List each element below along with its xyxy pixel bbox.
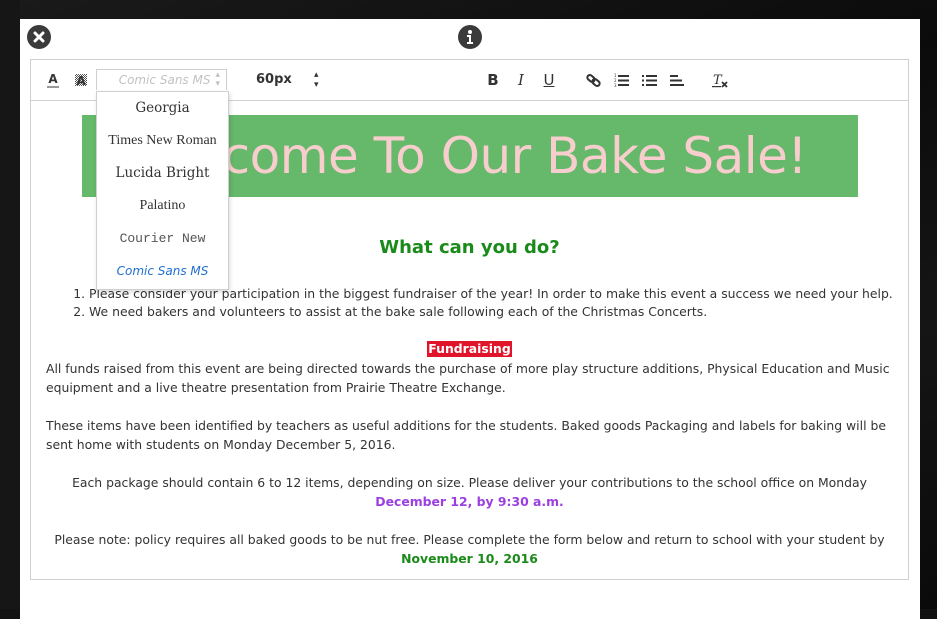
svg-text:A: A xyxy=(76,74,86,88)
font-option-georgia[interactable]: Georgia xyxy=(97,92,228,125)
info-circle-icon xyxy=(467,30,473,44)
link-icon xyxy=(585,73,601,87)
font-option-palatino[interactable]: Palatino xyxy=(97,190,228,223)
ordered-list-button[interactable]: 1 2 3 xyxy=(613,70,629,90)
rich-text-editor: A A Comic Sans MS ▴ ▾ 60px ▴ ▾ B I U 1 2… xyxy=(30,59,909,580)
svg-text:T: T xyxy=(713,73,723,88)
close-button[interactable] xyxy=(27,25,51,49)
unordered-list-icon xyxy=(641,75,657,86)
info-button[interactable] xyxy=(458,25,482,49)
svg-text:3: 3 xyxy=(614,83,617,87)
fundraising-heading: Fundraising xyxy=(31,341,908,357)
font-option-lucida-bright[interactable]: Lucida Bright xyxy=(97,157,228,190)
banner-text: Welcome To Our Bake Sale! xyxy=(133,127,807,185)
bold-label: B xyxy=(487,71,499,89)
font-family-dropdown: Georgia Times New Roman Lucida Bright Pa… xyxy=(96,91,229,290)
highlight-color-button[interactable]: A xyxy=(73,70,89,90)
delivery-paragraph: Each package should contain 6 to 12 item… xyxy=(31,473,908,511)
align-left-icon xyxy=(669,75,684,86)
note-date: November 10, 2016 xyxy=(401,551,538,566)
select-arrows-icon: ▴ ▾ xyxy=(314,69,319,90)
clear-format-button[interactable]: T xyxy=(711,70,729,90)
note-paragraph: Please note: policy requires all baked g… xyxy=(31,530,908,568)
ordered-list-icon: 1 2 3 xyxy=(614,73,629,87)
unordered-list-button[interactable] xyxy=(641,70,657,90)
font-option-comic-sans-ms[interactable]: Comic Sans MS xyxy=(97,255,228,288)
close-circle-icon xyxy=(33,31,45,43)
action-list: Please consider your participation in th… xyxy=(71,285,893,321)
link-button[interactable] xyxy=(585,70,601,90)
backdrop-strip xyxy=(0,0,20,609)
font-size-value: 60px xyxy=(256,72,292,87)
italic-button[interactable]: I xyxy=(513,70,529,90)
delivery-date: December 12, by 9:30 a.m. xyxy=(375,494,564,509)
funds-paragraph: All funds raised from this event are bei… xyxy=(46,361,890,395)
select-arrows-icon: ▴ ▾ xyxy=(215,70,220,89)
clear-format-icon: T xyxy=(712,73,728,88)
text-color-icon: A xyxy=(47,72,59,88)
delivery-text: Each package should contain 6 to 12 item… xyxy=(72,475,867,490)
font-family-select[interactable]: Comic Sans MS ▴ ▾ xyxy=(96,69,227,90)
items-paragraph: These items have been identified by teac… xyxy=(46,418,886,452)
font-family-value: Comic Sans MS xyxy=(118,73,211,87)
svg-text:A: A xyxy=(48,72,58,86)
note-text: Please note: policy requires all baked g… xyxy=(54,532,885,547)
font-option-times-new-roman[interactable]: Times New Roman xyxy=(97,125,228,158)
font-size-select[interactable]: 60px ▴ ▾ xyxy=(256,69,326,90)
align-button[interactable] xyxy=(669,70,685,90)
editor-modal: A A Comic Sans MS ▴ ▾ 60px ▴ ▾ B I U 1 2… xyxy=(20,19,920,619)
italic-label: I xyxy=(518,71,524,89)
list-item: We need bakers and volunteers to assist … xyxy=(89,303,893,321)
fundraising-badge: Fundraising xyxy=(427,341,512,357)
underline-label: U xyxy=(543,71,555,89)
bold-button[interactable]: B xyxy=(485,70,501,90)
text-color-button[interactable]: A xyxy=(45,70,61,90)
editor-toolbar: A A Comic Sans MS ▴ ▾ 60px ▴ ▾ B I U 1 2… xyxy=(31,60,908,290)
underline-button[interactable]: U xyxy=(541,70,557,90)
highlight-color-icon: A xyxy=(75,74,87,88)
font-option-courier-new[interactable]: Courier New xyxy=(97,222,228,255)
